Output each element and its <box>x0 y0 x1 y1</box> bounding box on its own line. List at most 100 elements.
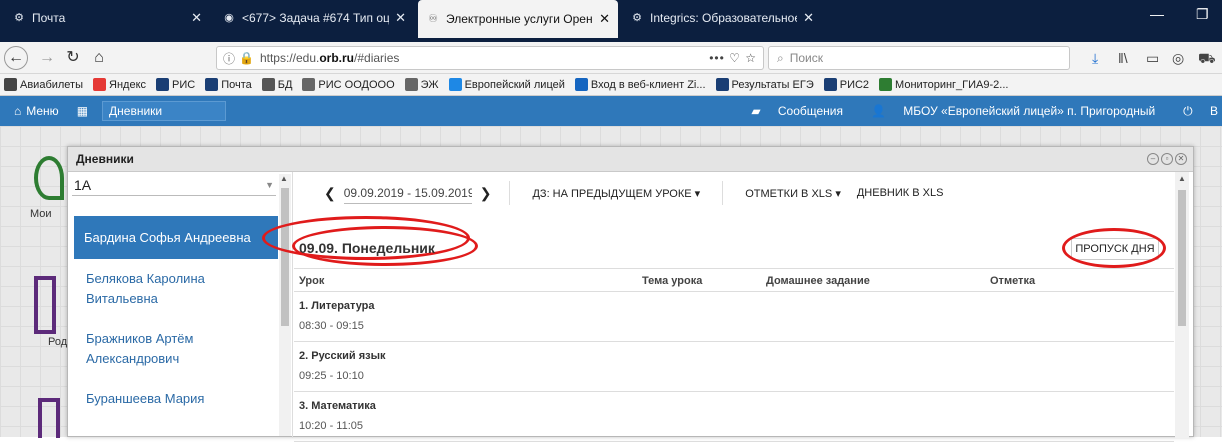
bookmark-label: Авиабилеты <box>20 78 84 91</box>
bookmark-label: Результаты ЕГЭ <box>731 78 814 91</box>
bookmark-item[interactable]: Мониторинг_ГИА9-2... <box>879 78 1008 91</box>
scroll-thumb[interactable] <box>1178 190 1186 326</box>
bookmark-item[interactable]: Вход в веб-клиент Zi... <box>574 78 706 91</box>
bookmark-label: ЭЖ <box>420 78 439 91</box>
search-input[interactable]: ⌕ Поиск <box>768 46 1070 70</box>
class-select[interactable]: 1А ▼ <box>72 174 276 196</box>
bookmark-item[interactable]: РИС ООДООО <box>302 78 395 91</box>
divider <box>722 181 724 205</box>
bookmark-item[interactable]: РИС <box>156 78 195 91</box>
bookmark-icon <box>156 78 170 91</box>
breadcrumb[interactable]: Дневники <box>102 101 227 121</box>
gear-icon: ⚙ <box>632 12 642 24</box>
close-icon[interactable]: ✕ <box>803 10 814 26</box>
students-list: Бардина Софья Андреевна Белякова Каролин… <box>74 216 278 439</box>
logout-label: В <box>1209 103 1218 118</box>
next-week-icon[interactable]: ❯ <box>480 185 492 202</box>
power-icon: ⏻ <box>1183 103 1196 118</box>
close-icon[interactable]: ✕ <box>599 11 610 27</box>
close-icon[interactable]: ✕ <box>395 10 406 26</box>
bookmark-item[interactable]: ЭЖ <box>404 78 439 91</box>
school-link[interactable]: 👤 МБОУ «Европейский лицей» п. Пригородны… <box>857 104 1155 118</box>
minimize-icon[interactable]: — <box>1150 6 1164 22</box>
bookmark-item[interactable]: Яндекс <box>93 78 146 91</box>
browser-nav-bar: ← → ↻ ⌂ ⓘ 🔒 https://edu. orb.ru/#diaries … <box>0 42 1222 74</box>
date-range-field[interactable]: 09.09.2019 - 15.09.2019 <box>343 182 472 204</box>
bookmark-item[interactable]: Почта <box>205 78 252 91</box>
bookmarks-bar: Авиабилеты Яндекс РИС Почта БД РИС ООДООО ЭЖ Ев… <box>0 74 1222 96</box>
student-item[interactable]: Бражников Артём Александрович <box>74 319 278 379</box>
desktop-icon-label: Род <box>48 336 68 348</box>
page-actions-icon[interactable]: ••• ♡ ☆ <box>709 51 757 65</box>
tab-label: <677> Задача #674 Тип оцен <box>242 11 390 25</box>
info-icon[interactable]: ⓘ <box>223 50 235 67</box>
menu-button[interactable]: ⌂ Меню <box>14 104 59 118</box>
bookmark-icon <box>205 78 219 91</box>
close-icon[interactable]: ✕ <box>191 10 202 26</box>
scroll-up-icon[interactable]: ▲ <box>280 174 288 183</box>
document-icon[interactable] <box>34 276 56 334</box>
cart-icon[interactable]: ⛟ <box>1198 50 1216 69</box>
lesson-time: 08:30 - 09:15 <box>299 320 364 332</box>
student-item[interactable]: Белякова Каролина Витальевна <box>74 259 278 319</box>
tab-integrics[interactable]: ⚙ Integrics: Образовательное уч ✕ <box>622 0 822 36</box>
bookmark-item[interactable]: БД <box>261 78 292 91</box>
bookmark-icon <box>302 78 316 91</box>
tab-redmine[interactable]: ◉ <677> Задача #674 Тип оцен ✕ <box>214 0 414 36</box>
tab-mail[interactable]: ⚙ Почта ✕ <box>4 0 210 36</box>
student-item[interactable]: Бардина Софья Андреевна <box>74 216 278 259</box>
logout-button[interactable]: ⏻ В <box>1169 104 1218 119</box>
diary-toolbar: ❮ 09.09.2019 - 15.09.2019 ❯ ДЗ: НА ПРЕДЫ… <box>294 172 1174 214</box>
diary-scrollbar[interactable]: ▲ <box>1175 172 1189 438</box>
school-label: МБОУ «Европейский лицей» п. Пригородный <box>903 104 1156 118</box>
back-icon[interactable]: ← <box>4 46 28 70</box>
sidebar-icon[interactable]: ▭ <box>1146 50 1159 67</box>
students-scrollbar[interactable]: ▲ <box>279 174 291 436</box>
restore-icon[interactable]: ❐ <box>1196 6 1209 23</box>
bookmark-item[interactable]: РИС2 <box>823 78 869 91</box>
messages-link[interactable]: ▰ Сообщения <box>737 104 843 118</box>
prev-week-icon[interactable]: ❮ <box>324 185 336 202</box>
forward-icon[interactable]: → <box>36 47 58 69</box>
column-header: Отметка <box>990 275 1036 287</box>
bookmark-item[interactable]: Европейский лицей <box>448 78 565 91</box>
bookmark-item[interactable]: Авиабилеты <box>4 78 83 91</box>
folder-icon[interactable] <box>38 398 60 438</box>
marks-xls-label: ОТМЕТКИ В XLS <box>745 187 833 200</box>
minimize-icon[interactable]: – <box>1147 153 1159 165</box>
window-controls: – ▫ ✕ <box>1145 153 1187 165</box>
lesson-row[interactable]: 3. Математика 10:20 - 11:05 <box>294 392 1174 442</box>
marks-xls-dropdown[interactable]: ОТМЕТКИ В XLS ▾ <box>745 187 841 200</box>
lessons-table-header: Урок Тема урока Домашнее задание Отметка <box>294 268 1174 292</box>
scroll-thumb[interactable] <box>281 188 289 326</box>
app-header: ⌂ Меню ▦ Дневники ▰ Сообщения 👤 МБОУ «Ев… <box>0 96 1222 126</box>
home-icon[interactable]: ⌂ <box>88 47 110 69</box>
tab-label: Электронные услуги Оренбур <box>446 12 593 26</box>
lesson-row[interactable]: 2. Русский язык 09:25 - 10:10 <box>294 342 1174 392</box>
url-bar[interactable]: ⓘ 🔒 https://edu. orb.ru/#diaries ••• ♡ ☆ <box>216 46 764 70</box>
bookmark-item[interactable]: Результаты ЕГЭ <box>715 78 814 91</box>
homework-mode-dropdown[interactable]: ДЗ: НА ПРЕДЫДУЩЕМ УРОКЕ ▾ <box>532 187 700 200</box>
column-header: Урок <box>299 275 325 287</box>
scroll-up-icon[interactable]: ▲ <box>1178 174 1186 183</box>
maximize-icon[interactable]: ▫ <box>1161 153 1173 165</box>
reload-icon[interactable]: ↻ <box>62 47 84 69</box>
account-icon[interactable]: ◎ <box>1172 50 1184 67</box>
library-icon[interactable]: ‖\ <box>1118 50 1128 66</box>
grid-icon[interactable]: ▦ <box>77 104 88 118</box>
lesson-name: 2. Русский язык <box>299 350 386 362</box>
redmine-icon: ◉ <box>224 12 234 24</box>
student-item[interactable]: Бураншеева Мария <box>74 379 278 439</box>
chevron-down-icon: ▼ <box>265 180 274 190</box>
close-icon[interactable]: ✕ <box>1175 153 1187 165</box>
bookmark-icon <box>93 78 107 91</box>
download-icon[interactable]: ⤓ <box>1092 50 1098 67</box>
paperclip-icon[interactable] <box>34 156 64 200</box>
bookmark-icon <box>879 78 893 91</box>
gear-icon: ⚙ <box>14 12 24 24</box>
diary-xls-button[interactable]: ДНЕВНИК В XLS <box>857 187 944 199</box>
tab-edu-services[interactable]: ♾ Электронные услуги Оренбур ✕ <box>418 0 618 38</box>
homework-mode-label: ДЗ: НА ПРЕДЫДУЩЕМ УРОКЕ <box>532 187 692 200</box>
lesson-row[interactable]: 1. Литература 08:30 - 09:15 <box>294 292 1174 342</box>
search-placeholder: Поиск <box>789 51 823 65</box>
